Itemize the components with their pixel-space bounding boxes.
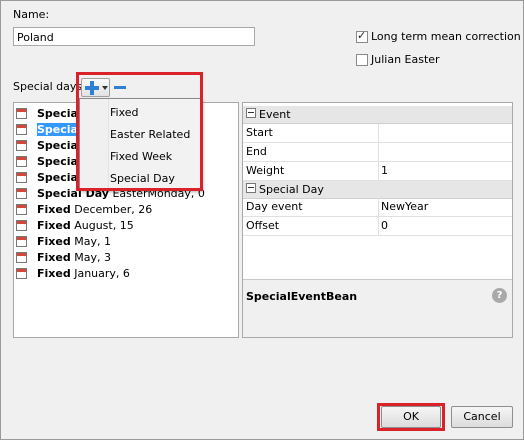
calendar-icon bbox=[16, 140, 27, 151]
menu-item-special-day[interactable]: Special Day bbox=[110, 168, 175, 190]
ok-button[interactable]: OK bbox=[381, 406, 441, 428]
collapse-icon[interactable] bbox=[246, 183, 256, 193]
plus-icon bbox=[85, 81, 99, 95]
list-item[interactable]: Fixed August, 15 bbox=[16, 218, 134, 234]
description-title: SpecialEventBean bbox=[246, 290, 358, 303]
list-item-selected[interactable]: Special bbox=[16, 122, 82, 138]
help-icon[interactable]: ? bbox=[492, 288, 507, 303]
list-item[interactable]: Special bbox=[16, 170, 82, 186]
menu-item-fixed-week[interactable]: Fixed Week bbox=[110, 146, 172, 168]
chevron-down-icon bbox=[102, 86, 108, 90]
group-event[interactable]: Event bbox=[243, 106, 512, 124]
long-term-mean-label: Long term mean correction bbox=[371, 30, 521, 43]
property-offset[interactable]: Offset 0 bbox=[243, 217, 512, 236]
list-item[interactable]: Special bbox=[16, 106, 82, 122]
collapse-icon[interactable] bbox=[246, 108, 256, 118]
property-end[interactable]: End bbox=[243, 143, 512, 162]
add-special-day-button[interactable] bbox=[81, 78, 110, 97]
cancel-button[interactable]: Cancel bbox=[451, 406, 513, 428]
list-item[interactable]: Fixed May, 1 bbox=[16, 234, 111, 250]
property-sheet: Event Start End Weight 1 Special Day Day … bbox=[242, 102, 513, 338]
property-start[interactable]: Start bbox=[243, 124, 512, 143]
calendar-icon bbox=[16, 220, 27, 231]
name-label: Name: bbox=[13, 8, 50, 21]
calendar-icon bbox=[16, 268, 27, 279]
calendar-icon bbox=[16, 124, 27, 135]
description-panel: SpecialEventBean ? bbox=[243, 279, 512, 337]
special-days-dialog: Name: Poland Long term mean correction J… bbox=[0, 0, 524, 440]
list-item[interactable]: Special bbox=[16, 154, 82, 170]
list-item[interactable]: Fixed May, 3 bbox=[16, 250, 111, 266]
group-special-day[interactable]: Special Day bbox=[243, 181, 512, 199]
calendar-icon bbox=[16, 172, 27, 183]
calendar-icon bbox=[16, 156, 27, 167]
calendar-icon bbox=[16, 236, 27, 247]
list-item[interactable]: Fixed December, 26 bbox=[16, 202, 152, 218]
menu-item-easter-related[interactable]: Easter Related bbox=[110, 124, 190, 146]
long-term-mean-checkbox[interactable] bbox=[356, 29, 368, 43]
list-item[interactable]: Fixed January, 6 bbox=[16, 266, 130, 282]
calendar-icon bbox=[16, 108, 27, 119]
property-weight[interactable]: Weight 1 bbox=[243, 162, 512, 181]
calendar-icon bbox=[16, 252, 27, 263]
minus-icon bbox=[114, 86, 126, 89]
name-field[interactable]: Poland bbox=[13, 27, 255, 46]
special-days-label: Special days: bbox=[13, 80, 86, 93]
calendar-icon bbox=[16, 204, 27, 215]
julian-easter-label: Julian Easter bbox=[371, 53, 440, 66]
property-day-event[interactable]: Day event NewYear bbox=[243, 198, 512, 217]
list-item[interactable]: Special bbox=[16, 138, 82, 154]
add-type-menu: Fixed Easter Related Fixed Week Special … bbox=[79, 98, 201, 190]
menu-item-fixed[interactable]: Fixed bbox=[110, 102, 139, 124]
julian-easter-checkbox[interactable] bbox=[356, 54, 368, 66]
calendar-icon bbox=[16, 188, 27, 199]
remove-special-day-button[interactable] bbox=[112, 78, 128, 97]
